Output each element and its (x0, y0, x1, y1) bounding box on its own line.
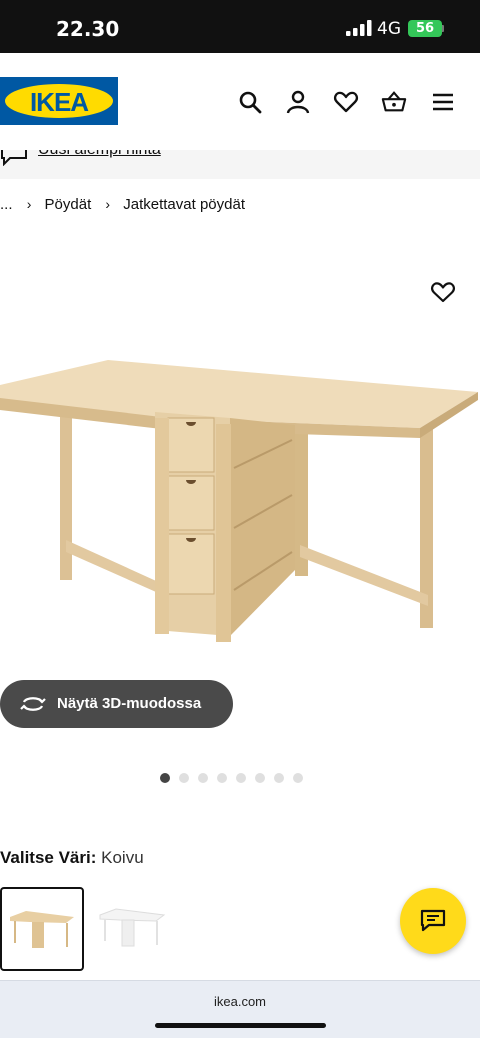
view-3d-button[interactable]: Näytä 3D-muodossa (0, 680, 233, 728)
chat-button[interactable] (400, 888, 466, 954)
logo-text: IKEA (29, 87, 89, 117)
favorite-heart-icon[interactable] (430, 280, 456, 304)
breadcrumb-item-jatkettavat[interactable]: Jatkettavat pöydät (123, 196, 245, 213)
home-indicator[interactable] (155, 1023, 326, 1028)
gallery-dot[interactable] (255, 773, 265, 783)
gallery-dot[interactable] (160, 773, 170, 783)
status-time: 22.30 (56, 17, 120, 41)
battery-level: 56 (408, 20, 442, 37)
chevron-right-icon: › (26, 196, 32, 213)
promo-strip: Uusi alempi hinta (0, 150, 480, 179)
view-3d-label: Näytä 3D-muodossa (57, 695, 202, 712)
color-selector-label: Valitse Väri: Koivu (0, 848, 144, 868)
gallery-dot[interactable] (179, 773, 189, 783)
gallery-dot[interactable] (293, 773, 303, 783)
chat-icon (420, 909, 446, 932)
basket-icon[interactable] (381, 89, 407, 115)
signal-icon (346, 20, 372, 36)
chevron-right-icon: › (105, 196, 111, 213)
ikea-logo[interactable]: IKEA (0, 77, 118, 125)
color-label: Valitse Väri: (0, 848, 97, 867)
gallery-dot[interactable] (217, 773, 227, 783)
browser-url-bar[interactable]: ikea.com (0, 980, 480, 1038)
heart-icon[interactable] (333, 89, 359, 115)
gallery-dot[interactable] (274, 773, 284, 783)
network-type: 4G (377, 19, 401, 39)
gallery-dot[interactable] (198, 773, 208, 783)
gallery-dot[interactable] (236, 773, 246, 783)
search-icon[interactable] (237, 89, 263, 115)
promo-link[interactable]: Uusi alempi hinta (38, 150, 161, 159)
rotate-icon (20, 697, 46, 711)
breadcrumb-item-poydat[interactable]: Pöydät (45, 196, 92, 213)
swatch-koivu[interactable] (0, 887, 84, 971)
menu-icon[interactable] (430, 89, 456, 115)
swatch-valkoinen[interactable] (88, 887, 172, 971)
chat-bubble-icon (1, 150, 27, 166)
status-bar: 22.30 4G 56 (0, 0, 480, 53)
user-icon[interactable] (285, 89, 311, 115)
url-text: ikea.com (213, 994, 267, 1009)
breadcrumb: ... › Pöydät › Jatkettavat pöydät (0, 195, 245, 213)
product-image[interactable] (0, 340, 480, 660)
breadcrumb-ellipsis[interactable]: ... (0, 196, 13, 213)
color-value: Koivu (101, 848, 144, 867)
battery-cap (442, 25, 444, 32)
swatch-valkoinen-image (99, 908, 166, 947)
swatch-koivu-image (10, 911, 74, 948)
